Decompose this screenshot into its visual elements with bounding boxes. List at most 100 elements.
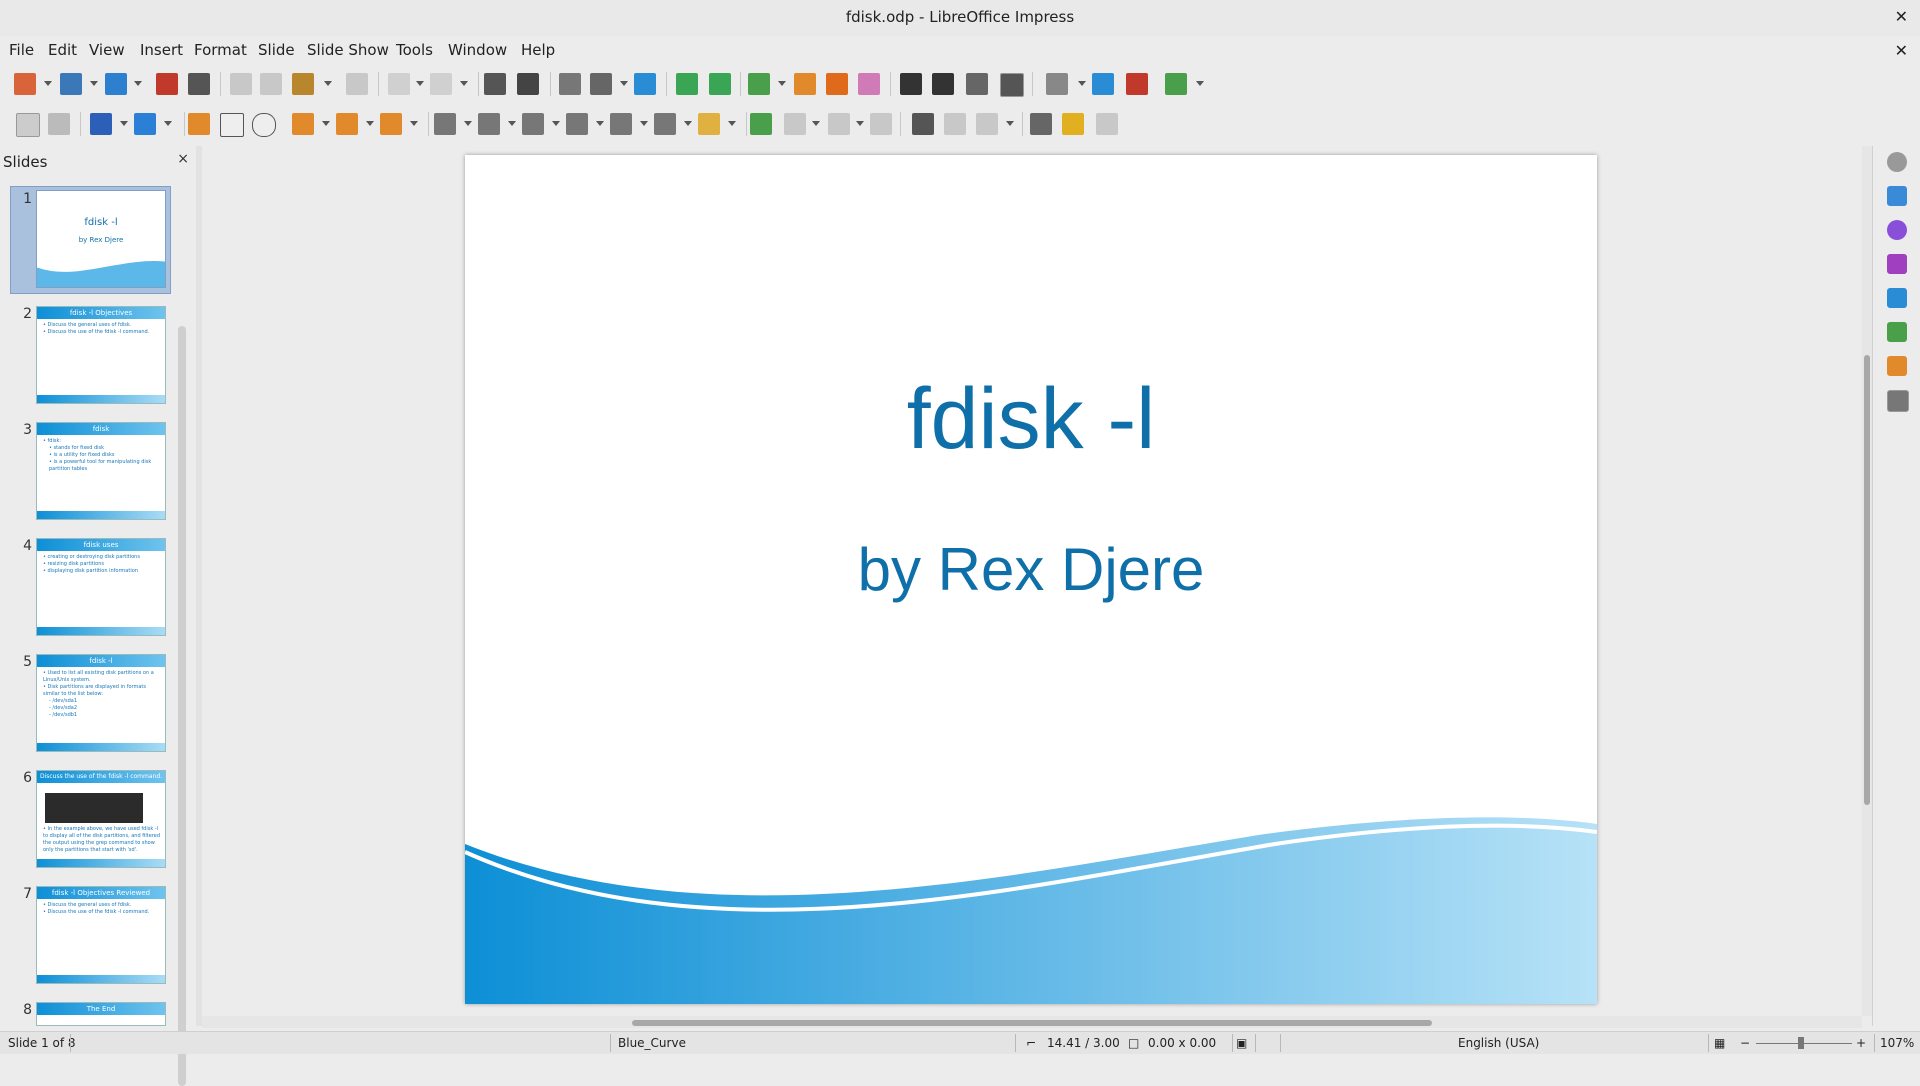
basic-shapes-dropdown-icon[interactable] <box>464 121 472 126</box>
symbol-shapes-dropdown-icon[interactable] <box>508 121 516 126</box>
3d-objects-dropdown-icon[interactable] <box>728 121 736 126</box>
slide-thumbnail-1[interactable]: fdisk -l by Rex Djere <box>36 190 166 288</box>
chart-icon[interactable] <box>858 73 880 95</box>
symbol-shapes-icon[interactable] <box>478 113 500 135</box>
slide-thumbnail-3[interactable]: fdisk • fdisk: • stands for fixed disk •… <box>36 422 166 520</box>
animation-icon[interactable] <box>1887 254 1907 274</box>
stars-icon[interactable] <box>654 113 676 135</box>
horizontal-scroll-thumb[interactable] <box>632 1020 1432 1026</box>
copy-icon[interactable] <box>260 73 282 95</box>
3d-objects-icon[interactable] <box>698 113 720 135</box>
menu-help[interactable]: Help <box>521 41 555 59</box>
image-icon[interactable] <box>794 73 816 95</box>
display-views-icon[interactable] <box>590 73 612 95</box>
menu-window[interactable]: Window <box>448 41 507 59</box>
curves-dropdown-icon[interactable] <box>366 121 374 126</box>
menu-edit[interactable]: Edit <box>48 41 77 59</box>
paste-dropdown-icon[interactable] <box>324 81 332 86</box>
cut-icon[interactable] <box>230 73 252 95</box>
open-dropdown-icon[interactable] <box>90 81 98 86</box>
fontwork-icon[interactable] <box>932 73 954 95</box>
menu-slide[interactable]: Slide <box>258 41 295 59</box>
connectors-icon[interactable] <box>380 113 402 135</box>
line-color-dropdown-icon[interactable] <box>120 121 128 126</box>
slide-layout-dropdown-icon[interactable] <box>1078 81 1086 86</box>
delete-slide-icon[interactable] <box>1126 73 1148 95</box>
menu-view[interactable]: View <box>89 41 125 59</box>
filter-dropdown-icon[interactable] <box>1006 121 1014 126</box>
zoom-slider-knob[interactable] <box>1798 1037 1804 1049</box>
navigator-icon[interactable] <box>1887 390 1909 412</box>
line-color-icon[interactable] <box>90 113 112 135</box>
text-box-icon[interactable] <box>900 73 922 95</box>
align-dropdown-icon[interactable] <box>812 121 820 126</box>
menu-format[interactable]: Format <box>194 41 247 59</box>
show-gluepoint-functions-icon[interactable] <box>1062 113 1084 135</box>
fill-color-dropdown-icon[interactable] <box>164 121 172 126</box>
spelling-icon[interactable] <box>517 73 539 95</box>
new-document-icon[interactable] <box>14 73 36 95</box>
table-dropdown-icon[interactable] <box>778 81 786 86</box>
panel-close-icon[interactable]: × <box>177 151 189 167</box>
current-slide-canvas[interactable]: fdisk -l by Rex Djere <box>465 155 1597 1004</box>
redo-dropdown-icon[interactable] <box>460 81 468 86</box>
hyperlink-icon[interactable] <box>966 73 988 95</box>
clone-formatting-icon[interactable] <box>346 73 368 95</box>
grid-icon[interactable] <box>559 73 581 95</box>
rectangle-icon[interactable] <box>220 113 244 137</box>
ellipse-icon[interactable] <box>252 113 276 137</box>
export-pdf-icon[interactable] <box>156 73 178 95</box>
undo-dropdown-icon[interactable] <box>416 81 424 86</box>
open-icon[interactable] <box>60 73 82 95</box>
zoom-in-icon[interactable]: + <box>1856 1036 1866 1050</box>
document-close-icon[interactable]: ✕ <box>1895 41 1908 60</box>
curves-polygons-icon[interactable] <box>336 113 358 135</box>
save-icon[interactable] <box>105 73 127 95</box>
menu-slide-show[interactable]: Slide Show <box>307 41 389 59</box>
slides-panel-scrollbar[interactable] <box>178 326 186 1086</box>
paste-icon[interactable] <box>292 73 314 95</box>
callout-shapes-icon[interactable] <box>610 113 632 135</box>
zoom-level[interactable]: 107% <box>1880 1036 1914 1050</box>
print-icon[interactable] <box>188 73 210 95</box>
arrange-dropdown-icon[interactable] <box>856 121 864 126</box>
slide-thumbnail-8[interactable]: The End <box>36 1002 166 1026</box>
page-size-icon[interactable]: ▦ <box>1714 1036 1725 1050</box>
audio-video-icon[interactable] <box>826 73 848 95</box>
styles-icon[interactable] <box>1887 322 1907 342</box>
slide-title[interactable]: fdisk -l <box>465 370 1597 469</box>
start-first-slide-icon[interactable] <box>676 73 698 95</box>
crop-icon[interactable] <box>944 113 966 135</box>
menu-insert[interactable]: Insert <box>140 41 183 59</box>
more-controls-icon[interactable] <box>1165 73 1187 95</box>
toggle-extrusion-icon[interactable] <box>1030 113 1052 135</box>
lines-arrows-icon[interactable] <box>292 113 314 135</box>
lines-arrows-dropdown-icon[interactable] <box>322 121 330 126</box>
align-objects-icon[interactable] <box>784 113 806 135</box>
slide-transition-icon[interactable] <box>1887 220 1907 240</box>
new-dropdown-icon[interactable] <box>44 81 52 86</box>
menu-file[interactable]: File <box>9 41 34 59</box>
toggle-point-edit-icon[interactable] <box>1096 113 1118 135</box>
more-controls-dropdown-icon[interactable] <box>1196 81 1204 86</box>
select-icon[interactable] <box>16 113 40 137</box>
distribute-icon[interactable] <box>870 113 892 135</box>
zoom-pan-icon[interactable] <box>48 113 70 135</box>
find-replace-icon[interactable] <box>484 73 506 95</box>
properties-icon[interactable] <box>1887 186 1907 206</box>
undo-icon[interactable] <box>388 73 410 95</box>
fill-color-icon[interactable] <box>134 113 156 135</box>
slide-thumbnail-2[interactable]: fdisk -l Objectives • Discuss the genera… <box>36 306 166 404</box>
save-dropdown-icon[interactable] <box>134 81 142 86</box>
slide-layout-icon[interactable] <box>1046 73 1068 95</box>
master-slides-icon[interactable] <box>1887 288 1907 308</box>
start-current-slide-icon[interactable] <box>709 73 731 95</box>
block-arrows-icon[interactable] <box>522 113 544 135</box>
slide-thumbnail-5[interactable]: fdisk -l • Used to list all existing dis… <box>36 654 166 752</box>
master-slide-icon[interactable] <box>634 73 656 95</box>
language[interactable]: English (USA) <box>1458 1036 1539 1050</box>
slide-subtitle[interactable]: by Rex Djere <box>465 535 1597 604</box>
slide-thumbnail-7[interactable]: fdisk -l Objectives Reviewed • Discuss t… <box>36 886 166 984</box>
basic-shapes-icon[interactable] <box>434 113 456 135</box>
connectors-dropdown-icon[interactable] <box>410 121 418 126</box>
